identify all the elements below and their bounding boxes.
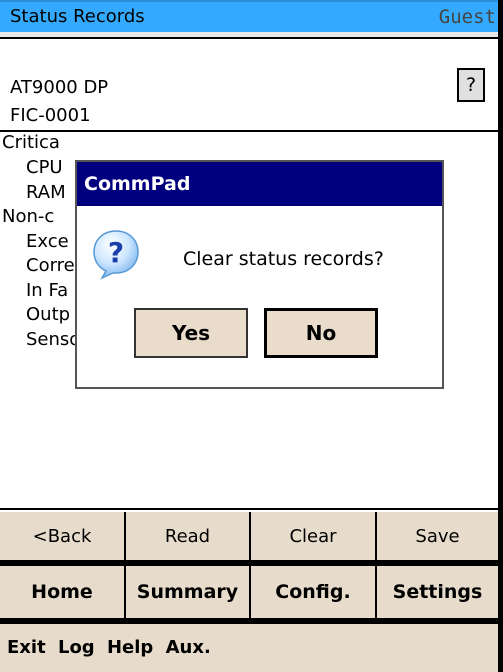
question-icon: ?	[90, 228, 142, 280]
menu-exit[interactable]: Exit	[7, 637, 46, 658]
confirm-dialog: CommPad ? Clear status records? Yes No	[75, 160, 444, 389]
nav-button-row: Home Summary Config. Settings	[0, 566, 498, 618]
header-divider	[0, 37, 498, 39]
record-item[interactable]: Corre	[26, 255, 75, 277]
config-button[interactable]: Config.	[251, 566, 377, 618]
menu-bar: Exit Log Help Aux.	[0, 624, 498, 672]
help-button[interactable]: ?	[457, 68, 485, 102]
title-bar-strip: Status Records Guest	[0, 0, 498, 32]
yes-button[interactable]: Yes	[134, 308, 248, 358]
title-bar: Status Records Guest	[0, 0, 498, 37]
back-button[interactable]: <Back	[0, 512, 126, 560]
device-model: AT9000 DP	[10, 77, 109, 98]
action-button-row: <Back Read Clear Save	[0, 512, 498, 562]
no-button[interactable]: No	[264, 308, 378, 358]
record-item[interactable]: Outp	[26, 304, 70, 326]
menu-log[interactable]: Log	[58, 637, 95, 658]
device-tag: FIC-0001	[10, 105, 91, 126]
clear-button[interactable]: Clear	[251, 512, 377, 560]
record-item[interactable]: In Fa	[26, 280, 68, 302]
record-item[interactable]: CPU	[26, 157, 63, 179]
home-button[interactable]: Home	[0, 566, 126, 618]
dialog-message: Clear status records?	[183, 248, 384, 270]
user-label: Guest	[438, 6, 496, 28]
settings-button[interactable]: Settings	[377, 566, 498, 618]
app-screen: Status Records Guest AT9000 DP FIC-0001 …	[0, 0, 503, 672]
summary-button[interactable]: Summary	[126, 566, 251, 618]
read-button[interactable]: Read	[126, 512, 251, 560]
record-item[interactable]: Critica	[2, 132, 60, 154]
dialog-title: CommPad	[77, 162, 442, 206]
save-button[interactable]: Save	[377, 512, 498, 560]
record-item[interactable]: Exce	[26, 231, 69, 253]
page-title: Status Records	[10, 6, 145, 27]
svg-text:?: ?	[108, 236, 124, 269]
menu-help[interactable]: Help	[107, 637, 153, 658]
record-item[interactable]: RAM	[26, 182, 66, 204]
list-divider	[0, 508, 498, 510]
menu-aux[interactable]: Aux.	[166, 637, 211, 658]
record-item[interactable]: Non-c	[2, 206, 54, 228]
